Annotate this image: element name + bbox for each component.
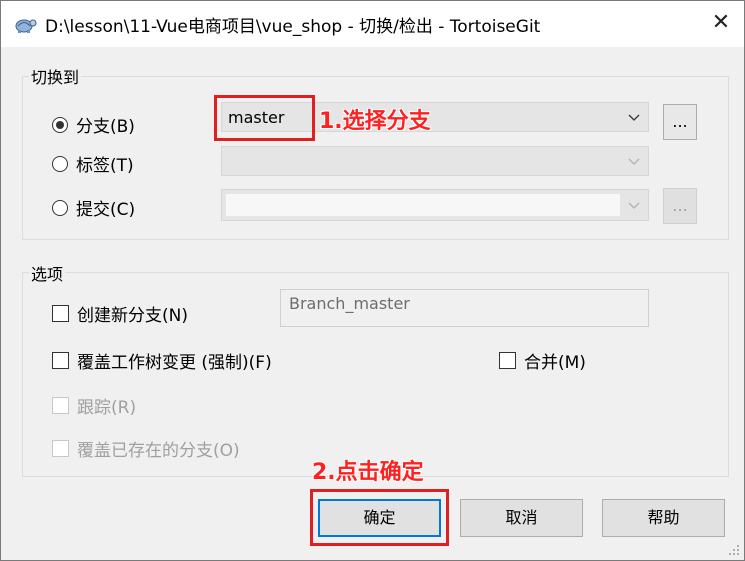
window-title: D:\lesson\11-Vue电商项目\vue_shop - 切换/检出 - … (45, 17, 541, 37)
ok-highlight-box (310, 489, 449, 546)
create-branch-label: 创建新分支(N) (77, 306, 188, 326)
switch-to-group-label: 切换到 (29, 64, 82, 88)
resize-grip-icon[interactable] (728, 544, 740, 556)
help-button[interactable]: 帮助 (602, 499, 725, 537)
tag-radio[interactable]: 标签(T) (52, 151, 134, 176)
browse-refs-button[interactable]: ... (663, 104, 697, 140)
force-overwrite-checkbox[interactable]: 覆盖工作树变更 (强制)(F) (52, 348, 272, 373)
track-checkbox[interactable]: 跟踪(R) (52, 393, 136, 418)
title-bar: D:\lesson\11-Vue电商项目\vue_shop - 切换/检出 - … (1, 1, 744, 47)
create-branch-checkbox-box[interactable] (52, 305, 69, 322)
close-icon: ✕ (711, 10, 731, 35)
commit-radio-label: 提交(C) (76, 200, 136, 220)
browse-commits-button[interactable]: ... (663, 188, 697, 224)
step1-annotation: 1.选择分支 (319, 109, 431, 134)
merge-checkbox-box[interactable] (499, 352, 516, 369)
chevron-down-icon (628, 158, 640, 165)
chevron-down-icon (628, 202, 640, 209)
branch-radio-label: 分支(B) (76, 117, 135, 137)
options-group-label: 选项 (29, 261, 66, 285)
tag-radio-indicator[interactable] (52, 155, 68, 172)
override-branch-label: 覆盖已存在的分支(O) (77, 441, 240, 461)
branch-highlight-box (214, 95, 315, 141)
branch-radio-indicator[interactable] (52, 116, 68, 133)
tortoise-icon (15, 19, 37, 33)
chevron-down-icon (628, 114, 640, 121)
commit-radio[interactable]: 提交(C) (52, 195, 135, 220)
track-checkbox-box[interactable] (52, 397, 69, 414)
commit-input[interactable] (221, 189, 649, 221)
branch-radio[interactable]: 分支(B) (52, 112, 135, 137)
merge-label: 合并(M) (524, 353, 586, 373)
commit-radio-indicator[interactable] (52, 199, 68, 216)
close-button[interactable]: ✕ (698, 1, 744, 47)
checkout-dialog: D:\lesson\11-Vue电商项目\vue_shop - 切换/检出 - … (0, 0, 745, 561)
cancel-button[interactable]: 取消 (460, 499, 583, 537)
force-overwrite-label: 覆盖工作树变更 (强制)(F) (77, 353, 272, 373)
new-branch-name-input[interactable]: Branch_master (280, 289, 649, 327)
track-label: 跟踪(R) (77, 398, 137, 418)
tag-radio-label: 标签(T) (76, 156, 134, 176)
tag-select[interactable] (221, 146, 649, 176)
merge-checkbox[interactable]: 合并(M) (499, 348, 586, 373)
step2-annotation: 2.点击确定 (312, 460, 424, 485)
commit-input-field[interactable] (226, 194, 620, 216)
override-branch-checkbox-box[interactable] (52, 440, 69, 457)
override-branch-checkbox[interactable]: 覆盖已存在的分支(O) (52, 436, 240, 461)
force-overwrite-checkbox-box[interactable] (52, 352, 69, 369)
create-branch-checkbox[interactable]: 创建新分支(N) (52, 301, 188, 326)
